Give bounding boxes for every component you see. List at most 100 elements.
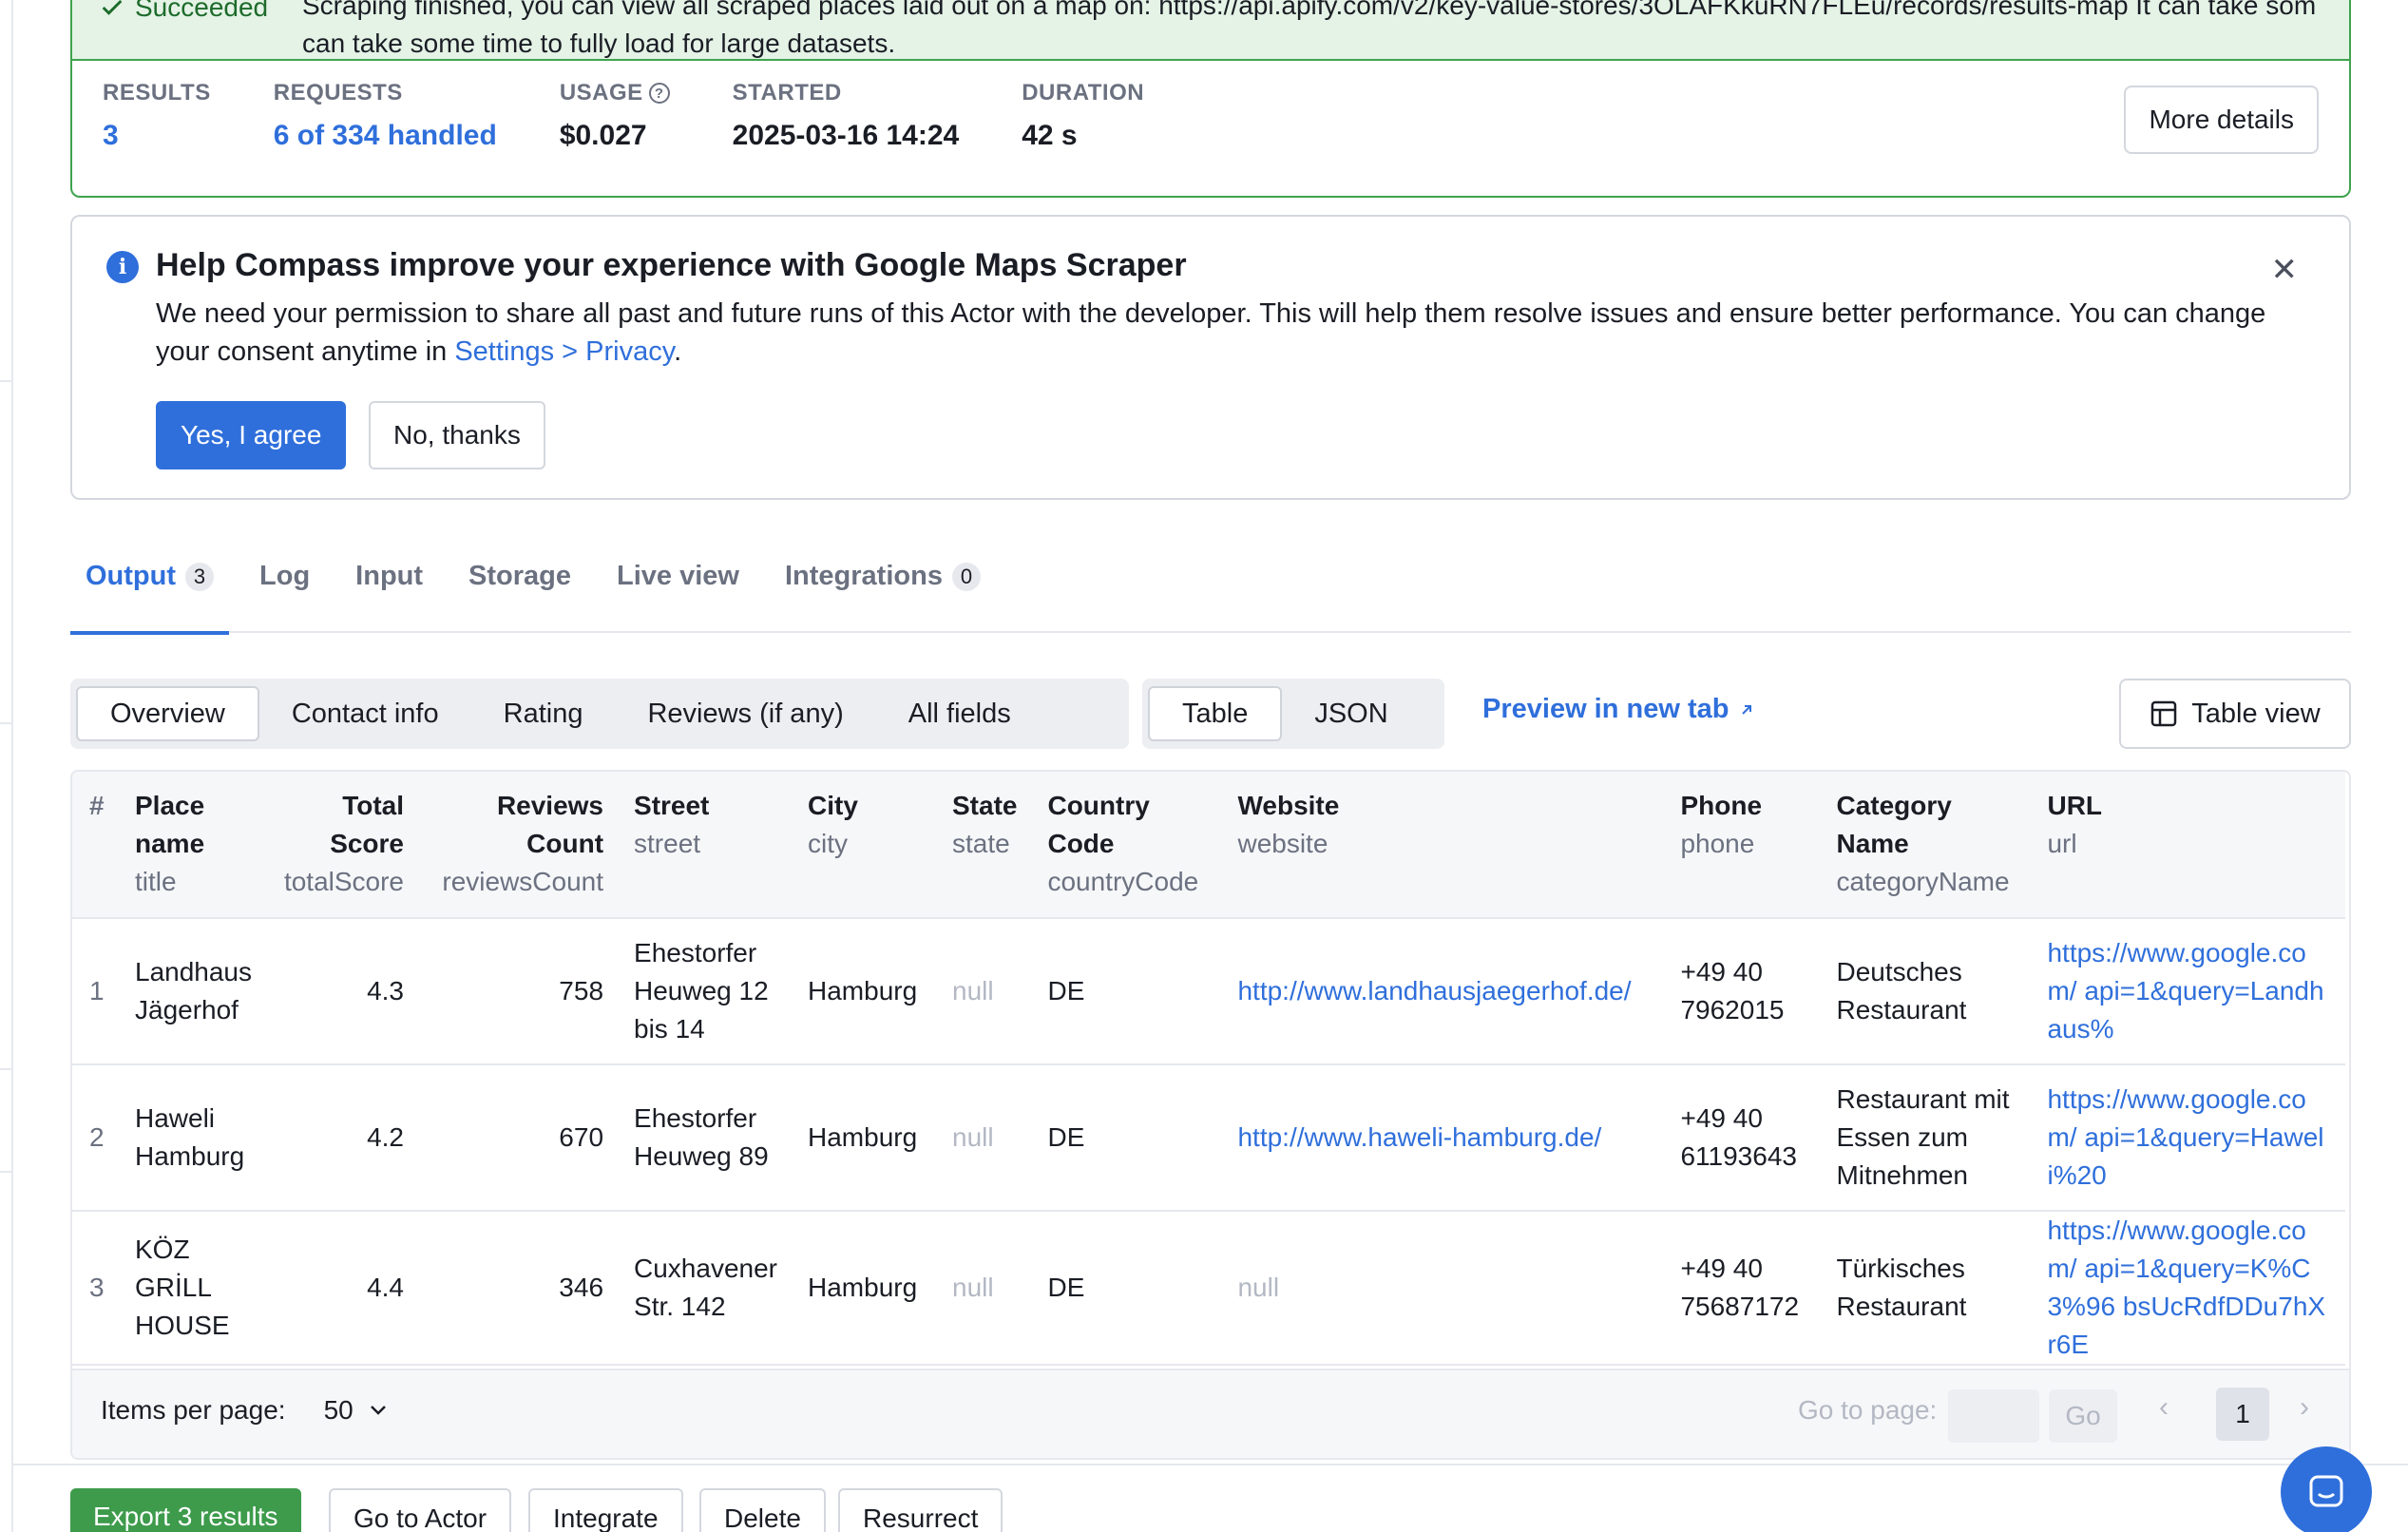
cell-website: null (1222, 1211, 1666, 1366)
results-table: # Place name title Total Score totalScore … (70, 770, 2351, 1460)
url-link[interactable]: https://www.google.com/ api=1&query=Land… (2047, 938, 2323, 1044)
data-table: # Place name title Total Score totalScore … (72, 772, 2346, 1366)
cell-url: https://www.google.com/ api=1&query=K%C3… (2032, 1211, 2346, 1366)
go-button[interactable]: Go (2049, 1389, 2117, 1443)
stat-value: $0.027 (559, 120, 647, 151)
cell-street: Cuxhavener Str. 142 (619, 1211, 793, 1366)
cell-title: KÖZ GRİLL HOUSE (120, 1211, 268, 1366)
preview-in-new-tab-link[interactable]: Preview in new tab (1482, 694, 1755, 725)
column-key: countryCode (1047, 867, 1199, 896)
cell-country-code: DE (1032, 1211, 1223, 1366)
url-link[interactable]: https://www.google.com/ api=1&query=Hawe… (2047, 1084, 2323, 1190)
settings-privacy-link[interactable]: Settings > Privacy (454, 336, 674, 367)
cell-country-code: DE (1032, 918, 1223, 1065)
stat-label: REQUESTS (273, 80, 403, 105)
website-link[interactable]: http://www.haweli-hamburg.de/ (1237, 1122, 1601, 1152)
view-reviews[interactable]: Reviews (if any) (615, 686, 875, 741)
column-title: State (952, 791, 1018, 820)
consent-title: Help Compass improve your experience wit… (156, 247, 1187, 283)
column-header-category: Category Name categoryName (1821, 772, 2033, 919)
delete-button[interactable]: Delete (699, 1488, 826, 1532)
goto-page-input[interactable] (1948, 1389, 2039, 1443)
view-selector: Overview Contact info Rating Reviews (if… (70, 679, 1129, 749)
cell-state: null (937, 1064, 1033, 1212)
column-title: Website (1237, 791, 1340, 820)
requests-link[interactable]: 6 of 334 handled (274, 120, 497, 152)
url-link[interactable]: https://www.google.com/ api=1&query=K%C3… (2047, 1216, 2325, 1359)
tab-input[interactable]: Input (340, 561, 438, 633)
items-per-page-label: Items per page: (101, 1395, 286, 1425)
column-header-website: Website website (1222, 772, 1666, 919)
row-index: 3 (72, 1211, 120, 1366)
view-rating[interactable]: Rating (471, 686, 616, 741)
tab-integrations[interactable]: Integrations 0 (770, 561, 996, 633)
cell-website: http://www.landhausjaegerhof.de/ (1222, 918, 1666, 1065)
more-details-button[interactable]: More details (2124, 86, 2319, 154)
website-link[interactable]: http://www.landhausjaegerhof.de/ (1237, 976, 1631, 1005)
current-page[interactable]: 1 (2216, 1388, 2269, 1441)
column-header-reviews-count: Reviews Count reviewsCount (419, 772, 620, 919)
chat-support-button[interactable] (2281, 1446, 2372, 1532)
stat-results: RESULTS 3 (103, 80, 211, 152)
chevron-down-icon (370, 1406, 386, 1415)
items-per-page-select[interactable]: 50 (324, 1395, 388, 1426)
tab-live-view[interactable]: Live view (602, 561, 755, 633)
cell-reviews-count: 670 (419, 1064, 620, 1212)
integrate-button[interactable]: Integrate (528, 1488, 683, 1532)
view-overview[interactable]: Overview (76, 686, 259, 741)
decline-button[interactable]: No, thanks (369, 401, 545, 469)
go-to-actor-button[interactable]: Go to Actor (329, 1488, 512, 1532)
export-button[interactable]: Export 3 results (70, 1488, 301, 1532)
column-key: website (1237, 829, 1328, 858)
cell-city: Hamburg (793, 918, 937, 1065)
resurrect-button[interactable]: Resurrect (838, 1488, 1003, 1532)
rail-divider (0, 1171, 13, 1173)
tab-label: Input (355, 561, 424, 591)
column-header-phone: Phone phone (1665, 772, 1822, 919)
tab-label: Integrations (784, 561, 943, 591)
close-icon[interactable]: ✕ (2271, 251, 2299, 289)
items-per-page-value: 50 (323, 1395, 354, 1425)
tab-output[interactable]: Output 3 (70, 561, 230, 635)
column-header-index: # (72, 772, 120, 919)
agree-button[interactable]: Yes, I agree (156, 401, 347, 469)
tab-count-badge: 3 (185, 563, 215, 591)
consent-text-end: . (674, 336, 682, 367)
format-table[interactable]: Table (1148, 686, 1283, 741)
tab-log[interactable]: Log (244, 561, 325, 633)
view-all-fields[interactable]: All fields (876, 686, 1043, 741)
table-view-button[interactable]: Table view (2119, 679, 2351, 749)
cell-phone: +49 40 75687172 (1665, 1211, 1822, 1366)
stat-usage: USAGE? $0.027 (560, 80, 670, 152)
cell-state: null (937, 1211, 1033, 1366)
check-icon (102, 0, 123, 15)
table-row: 1 Landhaus Jägerhof 4.3 758 Ehestorfer H… (72, 918, 2346, 1065)
column-key: url (2047, 829, 2077, 858)
cell-title: Haweli Hamburg (120, 1064, 268, 1212)
goto-page-label: Go to page: (1798, 1395, 1938, 1425)
stat-started: STARTED 2025-03-16 14:24 (733, 80, 960, 152)
column-header-title: Place name title (120, 772, 268, 919)
help-icon[interactable]: ? (648, 83, 670, 104)
column-title: URL (2047, 791, 2103, 820)
cell-city: Hamburg (793, 1064, 937, 1212)
rail-divider (0, 1068, 13, 1070)
chevron-left-icon[interactable]: ‹ (2159, 1391, 2169, 1424)
bottom-action-bar: Export 3 results Go to Actor Integrate D… (13, 1464, 2408, 1532)
table-row: 3 KÖZ GRİLL HOUSE 4.4 346 Cuxhavener Str… (72, 1211, 2346, 1366)
view-contact-info[interactable]: Contact info (259, 686, 471, 741)
chevron-right-icon[interactable]: › (2300, 1391, 2309, 1424)
items-per-page: Items per page: 50 (101, 1395, 388, 1426)
column-header-url: URL url (2032, 772, 2346, 919)
tab-storage[interactable]: Storage (453, 561, 586, 633)
stat-label: STARTED (732, 80, 842, 105)
column-key: categoryName (1836, 867, 2010, 896)
format-json[interactable]: JSON (1282, 686, 1420, 741)
cell-country-code: DE (1032, 1064, 1223, 1212)
status-banner: Succeeded Scraping finished, you can vie… (72, 0, 2349, 61)
cell-reviews-count: 758 (419, 918, 620, 1065)
results-link[interactable]: 3 (103, 120, 211, 152)
column-title: Phone (1680, 791, 1763, 820)
column-header-country-code: Country Code countryCode (1032, 772, 1223, 919)
column-title: Total Score (330, 791, 405, 858)
